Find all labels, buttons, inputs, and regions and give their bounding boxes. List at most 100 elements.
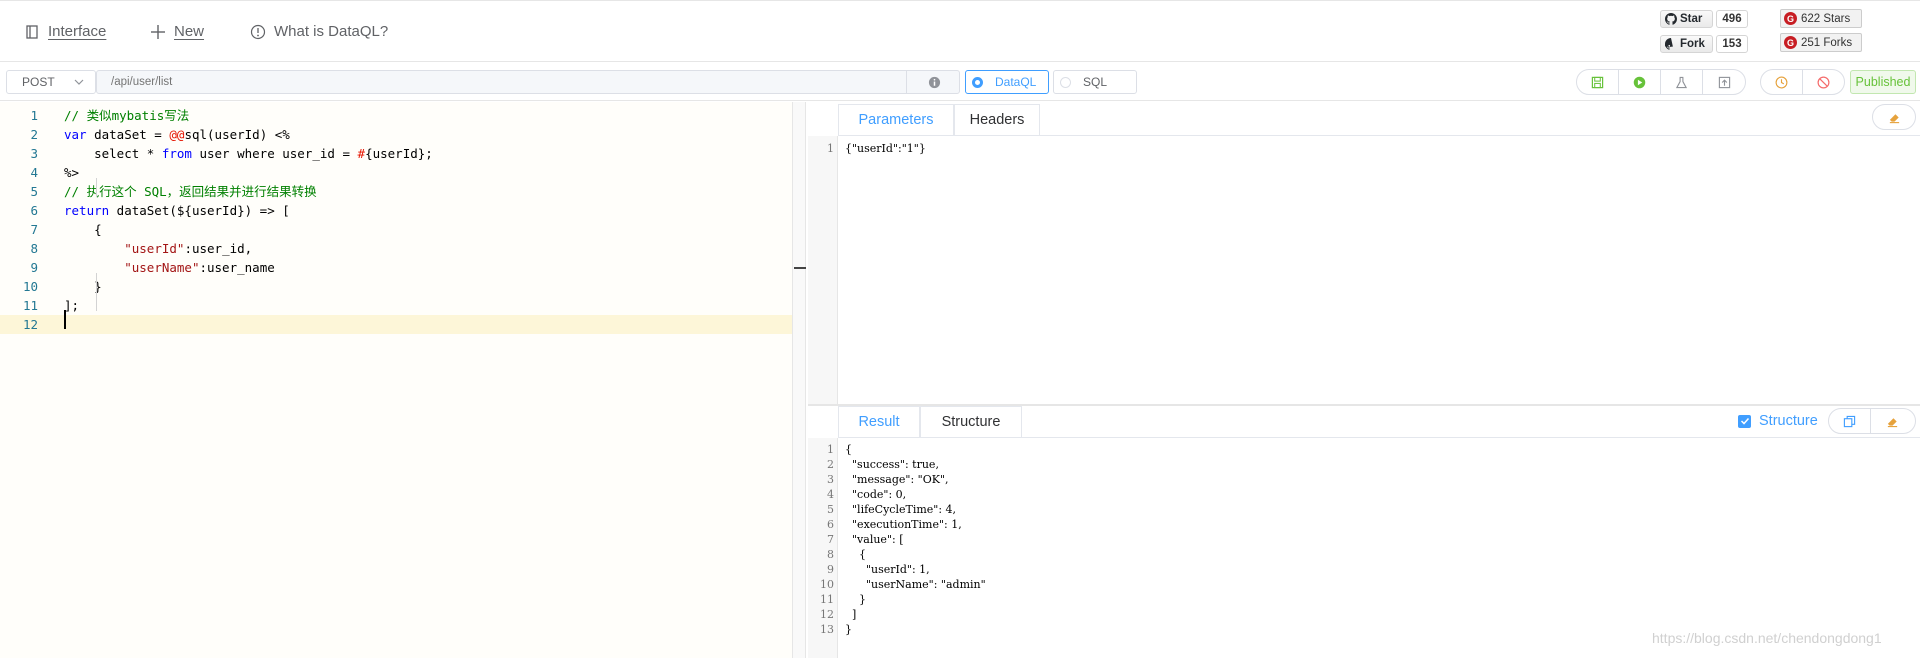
line-number: 5 [827, 503, 834, 516]
watermark: https://blog.csdn.net/chendongdong1 [1652, 630, 1882, 646]
result-viewer[interactable]: 1{2 "success": true, 3 "message": "OK", 4 … [810, 442, 1910, 652]
nav-what-is-label: What is DataQL? [274, 23, 389, 40]
save-button[interactable] [1577, 70, 1619, 94]
params-editor[interactable]: 1 {"userId":"1"} [810, 141, 1910, 401]
json-line: 10 "userName": "admin" [810, 577, 1910, 592]
json-line: 2 "success": true, [810, 457, 1910, 472]
path-info-button[interactable] [906, 70, 961, 94]
text-cursor [64, 310, 66, 329]
publish-button[interactable] [1703, 70, 1745, 94]
editor-splitter[interactable] [792, 102, 806, 658]
code-text: "userId":user_id, [124, 241, 253, 256]
tab-headers[interactable]: Headers [954, 104, 1040, 135]
code-line: 10 } [0, 277, 806, 296]
json-text: "success": true, [845, 458, 939, 471]
result-button-group [1828, 408, 1916, 434]
line-number: 10 [22, 279, 38, 294]
book-icon [26, 24, 38, 39]
line-number: 12 [22, 317, 38, 332]
code-line: 7 { [0, 220, 806, 239]
radio-dataql-label: DataQL [995, 75, 1037, 89]
line-number: 13 [820, 623, 834, 636]
history-button[interactable] [1761, 70, 1803, 94]
chevron-down-icon [74, 79, 84, 85]
nav-interface-label: Interface [48, 23, 107, 40]
line-number: 6 [30, 203, 38, 218]
code-line: 6 return dataSet(${userId}) => [ [0, 201, 806, 220]
action-button-group [1576, 69, 1746, 95]
json-text: "code": 0, [845, 488, 907, 501]
github-fork-count[interactable]: 153 [1716, 35, 1748, 53]
json-line: 9 "userId": 1, [810, 562, 1910, 577]
radio-dataql[interactable]: DataQL [965, 70, 1049, 94]
json-text: } [845, 623, 852, 636]
code-line: 8 "userId":user_id, [0, 239, 806, 258]
json-line: 12 ] [810, 607, 1910, 622]
history-icon [1775, 76, 1788, 88]
line-number: 4 [827, 488, 834, 501]
line-number: 12 [820, 608, 834, 621]
line-number: 7 [30, 222, 38, 237]
upload-icon [1718, 76, 1730, 88]
splitter-handle[interactable] [794, 267, 806, 269]
code-text: { [64, 222, 102, 237]
test-button[interactable] [1661, 70, 1703, 94]
nav-new-label: New [174, 23, 205, 40]
line-number: 4 [30, 165, 38, 180]
gitee-forks-button[interactable]: G 251 Forks [1780, 33, 1862, 52]
line-number: 3 [827, 473, 834, 486]
github-fork-button[interactable]: Fork [1660, 35, 1713, 53]
github-icon [1665, 38, 1673, 50]
code-line: 11]; [0, 296, 806, 315]
structure-checkbox-label: Structure [1759, 413, 1818, 429]
tab-structure[interactable]: Structure [920, 406, 1022, 437]
radio-sql-dot [1060, 76, 1071, 88]
gitee-stars-button[interactable]: G 622 Stars [1780, 9, 1862, 28]
disable-button[interactable] [1803, 70, 1845, 94]
json-line: 3 "message": "OK", [810, 472, 1910, 487]
eraser-icon [1887, 417, 1897, 427]
info-icon [928, 76, 940, 88]
indent-guide [96, 273, 97, 311]
code-text: ]; [64, 298, 80, 313]
github-star-label: Star [1680, 13, 1703, 25]
clear-params-button[interactable] [1872, 104, 1916, 130]
line-number: 8 [827, 548, 834, 561]
line-number: 3 [30, 146, 38, 161]
copy-icon [1843, 415, 1856, 427]
dataql-code-editor[interactable]: 1 // 类似mybatis写法 2 var dataSet = @@sql(user… [0, 102, 806, 658]
nav-what-is-dataql[interactable]: What is DataQL? [250, 23, 388, 40]
github-icon [1665, 13, 1677, 25]
gitee-icon: G [1784, 12, 1797, 25]
json-line: 6 "executionTime": 1, [810, 517, 1910, 532]
clear-result-button[interactable] [1871, 409, 1913, 433]
nav-new[interactable]: New [150, 23, 204, 40]
json-text: "lifeCycleTime": 4, [845, 503, 957, 516]
github-fork-label: Fork [1680, 38, 1705, 50]
gitee-stars-label: 622 Stars [1801, 12, 1851, 25]
line-number: 7 [827, 533, 834, 546]
params-tabs: Parameters Headers [838, 104, 1920, 136]
radio-sql-label: SQL [1083, 75, 1108, 89]
tab-result[interactable]: Result [838, 406, 920, 437]
api-path-input[interactable] [96, 70, 960, 94]
json-line: 5 "lifeCycleTime": 4, [810, 502, 1910, 517]
run-button[interactable] [1619, 70, 1661, 94]
radio-sql[interactable]: SQL [1053, 70, 1137, 94]
nav-interface[interactable]: Interface [24, 23, 106, 40]
json-text: "message": "OK", [845, 473, 949, 486]
github-star-count[interactable]: 496 [1716, 10, 1748, 28]
line-number: 6 [827, 518, 834, 531]
line-number: 8 [30, 241, 38, 256]
copy-result-button[interactable] [1829, 409, 1871, 433]
checkbox-checked-icon [1738, 414, 1751, 428]
json-text: "value": [ [845, 533, 904, 546]
structure-checkbox[interactable]: Structure [1738, 413, 1818, 429]
code-text: %> [64, 165, 80, 180]
method-select[interactable]: POST [6, 70, 96, 94]
tab-parameters[interactable]: Parameters [838, 104, 954, 135]
line-number: 2 [30, 127, 38, 142]
gitee-forks-label: 251 Forks [1801, 36, 1853, 49]
github-star-button[interactable]: Star [1660, 10, 1713, 28]
line-number: 11 [22, 298, 38, 313]
